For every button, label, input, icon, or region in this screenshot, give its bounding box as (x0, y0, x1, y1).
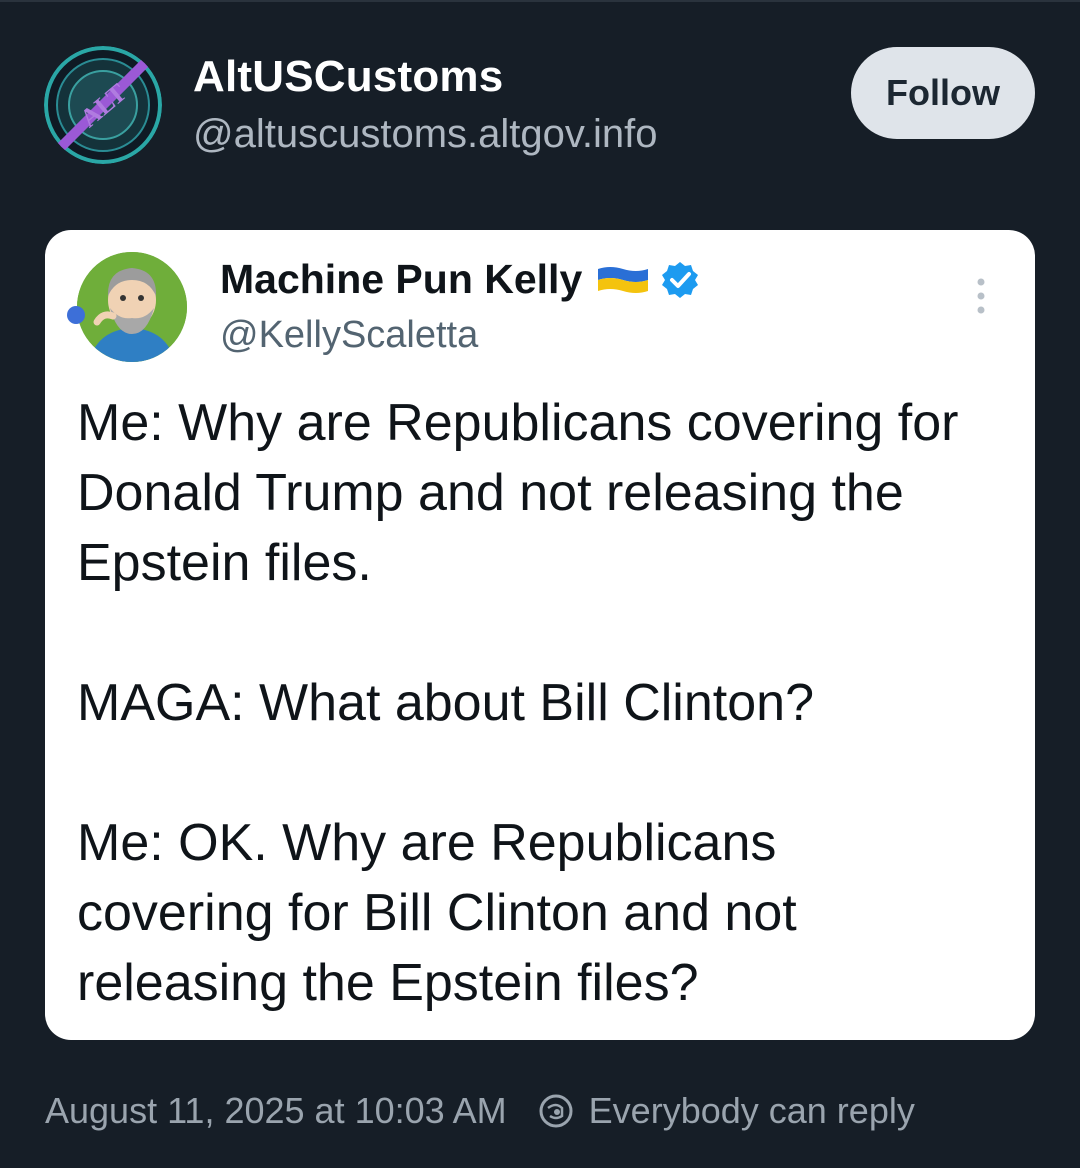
quoted-post-text: Me: Why are Republicans covering for Don… (77, 388, 977, 1018)
quoted-author-handle: @KellyScaletta (220, 314, 479, 356)
alt-customs-seal-icon: ALT (44, 46, 162, 164)
divider (0, 0, 1080, 2)
author-handle[interactable]: @altuscustoms.altgov.info (193, 112, 658, 157)
post-paragraph: Me: Why are Republicans covering for Don… (77, 394, 959, 592)
quoted-author-row: Machine Pun Kelly (220, 256, 700, 303)
author-display-name[interactable]: AltUSCustoms (193, 52, 503, 102)
avatar-status-dot (67, 306, 85, 324)
post-view: ALT AltUSCustoms @altuscustoms.altgov.in… (0, 0, 1080, 1168)
quoted-author-name: Machine Pun Kelly (220, 256, 583, 302)
more-vertical-icon (977, 278, 985, 314)
post-timestamp[interactable]: August 11, 2025 at 10:03 AM (45, 1090, 507, 1132)
follow-button[interactable]: Follow (851, 47, 1035, 139)
quoted-author-avatar (77, 252, 187, 362)
reply-setting-icon (539, 1094, 573, 1128)
author-avatar[interactable]: ALT (44, 46, 162, 164)
post-footer: August 11, 2025 at 10:03 AM Everybody ca… (45, 1090, 915, 1132)
quoted-post-image[interactable]: Machine Pun Kelly @KellyScaletta Me: Why… (45, 230, 1035, 1040)
ukraine-flag-icon (598, 266, 649, 293)
post-paragraph: Me: OK. Why are Republicans covering for… (77, 814, 797, 1012)
reply-setting-label: Everybody can reply (588, 1090, 915, 1131)
post-paragraph: MAGA: What about Bill Clinton? (77, 674, 814, 732)
cartoon-avatar-icon (77, 252, 187, 362)
verified-badge-icon (662, 261, 699, 298)
